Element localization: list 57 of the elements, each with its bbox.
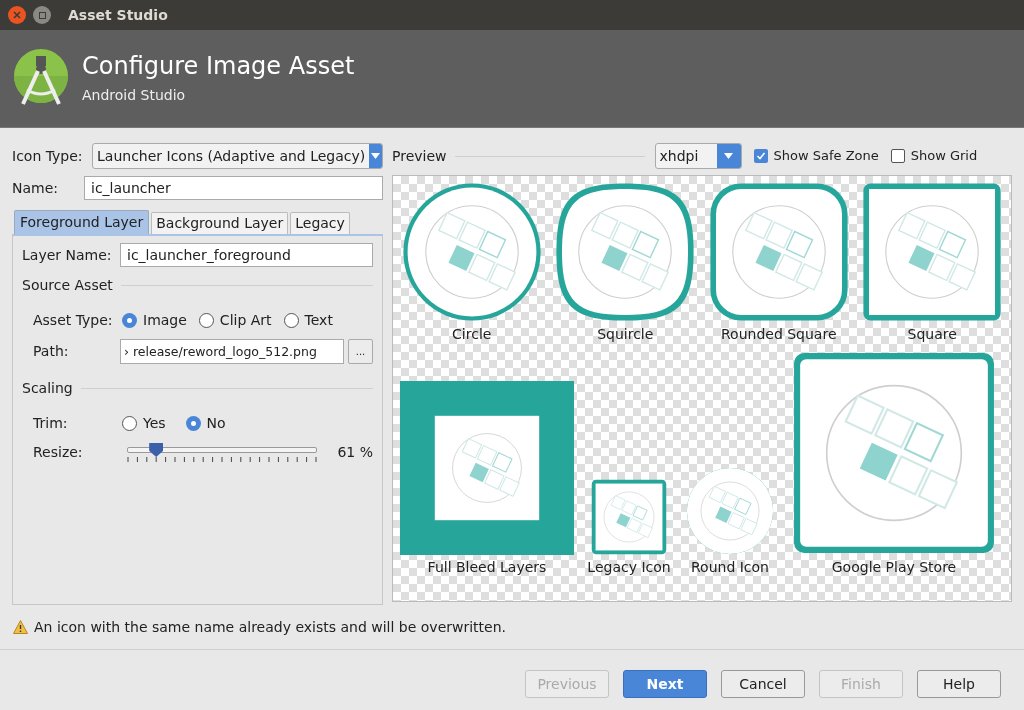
checkbox-label: Show Safe Zone	[773, 147, 879, 166]
radio-button[interactable]	[198, 313, 214, 328]
icon-preview-label: Google Play Store	[831, 558, 957, 577]
section-heading: Scaling	[22, 379, 73, 398]
warning-icon	[13, 620, 28, 634]
dialog-button[interactable]: Cancel	[721, 670, 805, 698]
icon-preview-label: Full Bleed Layers	[427, 558, 547, 577]
maximize-button[interactable]	[33, 6, 51, 24]
icon-type-dropdown[interactable]: Launcher Icons (Adaptive and Legacy)	[92, 143, 383, 169]
field-label: Layer Name:	[22, 245, 113, 265]
slider-thumb[interactable]	[149, 443, 164, 457]
field-label: Trim:	[33, 414, 69, 433]
checkbox-label: Show Grid	[910, 147, 978, 166]
radio-button[interactable]	[185, 416, 201, 431]
browse-button[interactable]: ...	[348, 339, 373, 364]
radio-button[interactable]	[122, 313, 137, 328]
header-title: Configure Image Asset	[82, 51, 355, 81]
tab[interactable]: Legacy	[290, 212, 350, 234]
field-label: Icon Type:	[12, 146, 84, 166]
tab[interactable]: Foreground Layer	[14, 210, 150, 234]
icon-preview-label: Round Icon	[691, 558, 769, 577]
close-button[interactable]	[8, 6, 26, 24]
caret-icon	[371, 153, 381, 159]
section-heading: Source Asset	[22, 276, 113, 295]
name-field[interactable]: ic_launcher	[84, 176, 383, 200]
radio-button[interactable]	[122, 416, 137, 431]
checkbox[interactable]	[890, 149, 905, 163]
resize-reading: 61 %	[337, 443, 373, 462]
radio-label: Image	[143, 311, 187, 330]
header-subtitle: Android Studio	[82, 86, 187, 105]
layer-name-field[interactable]: ic_launcher_foreground	[120, 243, 373, 267]
warning-message: An icon with the same name already exists and will be overwritten.	[34, 617, 507, 637]
field-label: Asset Type:	[33, 311, 114, 330]
density-dropdown[interactable]: xhdpi	[654, 143, 742, 169]
field-label: Resize:	[33, 443, 84, 462]
path-field[interactable]: › release/reword_logo_512.png	[120, 339, 344, 364]
radio-label: Yes	[143, 414, 166, 433]
field-label: Name:	[12, 178, 60, 198]
slider-ticks-icon	[127, 457, 317, 462]
dialog-button[interactable]: Help	[917, 670, 1001, 698]
icon-preview-label: Legacy Icon	[587, 558, 671, 577]
caret-icon	[724, 153, 733, 159]
icon-preview-label: Rounded Square	[720, 325, 837, 344]
section-heading: Preview	[392, 146, 447, 166]
window-title: Asset Studio	[68, 5, 168, 25]
dialog-button[interactable]: Next	[623, 670, 707, 698]
tab[interactable]: Background Layer	[151, 212, 289, 234]
icon-preview-label: Squircle	[597, 325, 654, 344]
radio-label: Text	[304, 311, 333, 330]
radio-label: No	[206, 414, 226, 433]
radio-button[interactable]	[283, 313, 299, 328]
close-icon	[13, 11, 21, 19]
field-label: Path:	[33, 342, 70, 361]
icon-preview-label: Square	[907, 325, 957, 344]
radio-label: Clip Art	[219, 311, 272, 330]
icon-preview-label: Circle	[452, 325, 492, 344]
checkbox[interactable]	[753, 149, 768, 163]
